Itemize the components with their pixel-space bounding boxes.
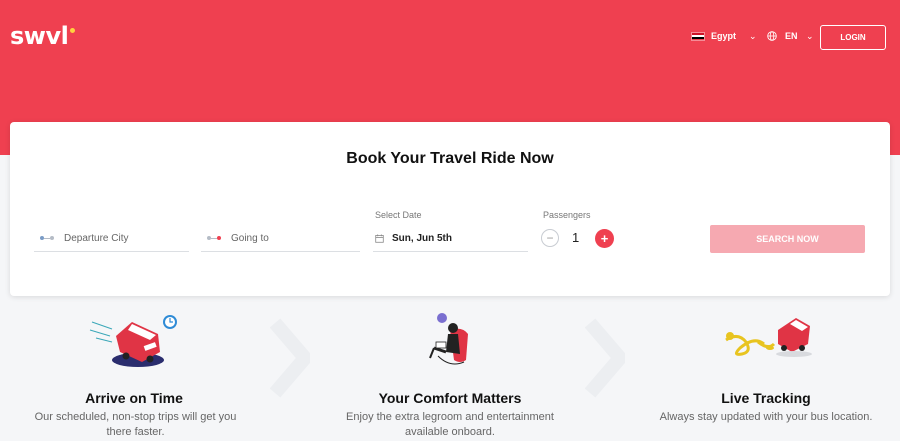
country-label: Egypt <box>711 31 737 41</box>
bus-tracking-icon <box>725 318 812 357</box>
feature-desc-tracking: Always stay updated with your bus locati… <box>659 411 873 423</box>
chevron-decoration-icon <box>270 318 310 398</box>
calendar-icon <box>375 233 384 243</box>
departure-placeholder: Departure City <box>64 232 129 244</box>
increase-passengers-button[interactable]: + <box>595 229 614 248</box>
search-now-button[interactable]: SEARCH NOW <box>710 225 865 253</box>
passengers-label: Passengers <box>543 210 591 220</box>
comfort-seat-icon <box>429 313 468 365</box>
bus-clock-icon <box>89 315 177 367</box>
booking-card: Book Your Travel Ride Now Departure City… <box>10 122 890 296</box>
egypt-flag-icon <box>691 31 705 41</box>
decrease-passengers-button[interactable]: − <box>541 229 559 247</box>
route-destination-icon <box>207 236 221 240</box>
language-selector[interactable]: EN <box>767 31 798 41</box>
destination-input[interactable]: Going to <box>201 225 360 252</box>
route-origin-icon <box>40 236 54 240</box>
feature-title-arrive: Arrive on Time <box>85 390 183 406</box>
feature-desc-arrive: Our scheduled, non-stop trips will get y… <box>34 411 237 438</box>
feature-title-comfort: Your Comfort Matters <box>378 390 522 406</box>
date-picker[interactable]: Sun, Jun 5th <box>373 225 528 252</box>
date-label: Select Date <box>375 210 422 220</box>
login-button[interactable]: LOGIN <box>820 25 886 50</box>
passengers-count: 1 <box>572 230 580 245</box>
chevron-down-icon[interactable]: ⌄ <box>806 31 814 42</box>
feature-desc-comfort: Enjoy the extra legroom and entertainmen… <box>346 411 554 438</box>
globe-icon <box>767 31 777 41</box>
departure-city-input[interactable]: Departure City <box>34 225 189 252</box>
country-selector[interactable]: Egypt <box>691 31 736 41</box>
destination-placeholder: Going to <box>231 232 269 244</box>
feature-title-tracking: Live Tracking <box>721 390 811 406</box>
language-label: EN <box>785 31 798 41</box>
chevron-down-icon[interactable]: ⌄ <box>749 31 757 42</box>
chevron-decoration-icon <box>585 318 625 398</box>
date-value: Sun, Jun 5th <box>392 232 452 244</box>
booking-title: Book Your Travel Ride Now <box>346 150 554 167</box>
swvl-logo[interactable]: swvl <box>10 22 76 50</box>
